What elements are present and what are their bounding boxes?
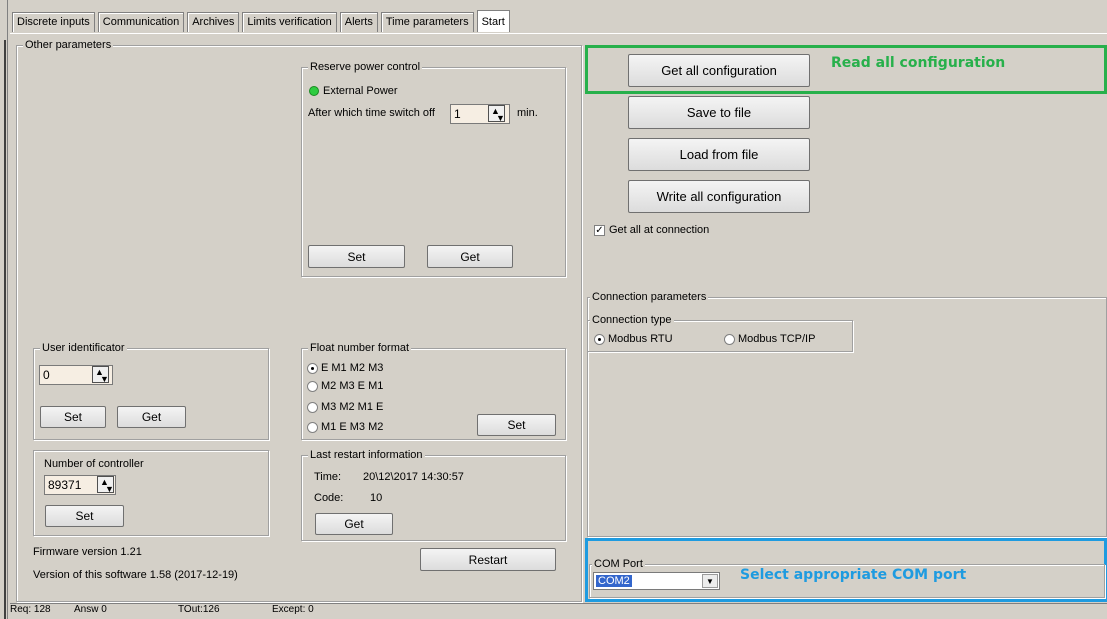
restart-code-label: Code: bbox=[314, 492, 344, 504]
radio-selected-icon bbox=[594, 333, 605, 345]
float-format-set-button[interactable]: Set bbox=[477, 414, 556, 436]
restart-code-value: 10 bbox=[370, 492, 383, 504]
radio-icon bbox=[724, 333, 735, 345]
status-bar: Req: 128 Answ 0 TOut:126 Except: 0 bbox=[10, 603, 1107, 619]
com-port-annotation: Select appropriate COM port bbox=[740, 567, 967, 583]
float-option-3[interactable]: M3 M2 M1 E bbox=[307, 401, 383, 413]
save-to-file-button[interactable]: Save to file bbox=[628, 96, 810, 129]
status-led-icon bbox=[309, 86, 319, 96]
window-left-edge bbox=[0, 0, 8, 619]
user-id-set-button[interactable]: Set bbox=[40, 406, 106, 428]
float-option-label: E M1 M2 M3 bbox=[321, 362, 384, 374]
radio-selected-icon bbox=[307, 362, 318, 374]
status-req: Req: 128 bbox=[10, 604, 51, 615]
float-option-2[interactable]: M2 M3 E M1 bbox=[307, 380, 383, 392]
tab-archives[interactable]: Archives bbox=[187, 12, 240, 32]
modbus-rtu-radio[interactable]: Modbus RTU bbox=[594, 333, 673, 345]
tab-time-parameters[interactable]: Time parameters bbox=[380, 12, 474, 32]
restart-time-label: Time: bbox=[314, 471, 342, 483]
controller-number-title: Number of controller bbox=[44, 458, 144, 470]
unit-label: min. bbox=[517, 107, 538, 119]
float-option-4[interactable]: M1 E M3 M2 bbox=[307, 421, 383, 433]
reserve-set-button[interactable]: Set bbox=[308, 245, 405, 268]
float-option-label: M2 M3 E M1 bbox=[321, 380, 384, 392]
modbus-rtu-label: Modbus RTU bbox=[608, 333, 673, 345]
float-option-label: M3 M2 M1 E bbox=[321, 401, 384, 413]
firmware-version: Firmware version 1.21 bbox=[33, 546, 142, 558]
tab-start[interactable]: Start bbox=[476, 10, 510, 32]
com-port-select[interactable]: COM2 ▼ bbox=[593, 572, 720, 590]
other-parameters-title: Other parameters bbox=[23, 39, 114, 51]
restart-info-get-button[interactable]: Get bbox=[315, 513, 393, 535]
reserve-get-button[interactable]: Get bbox=[427, 245, 513, 268]
load-from-file-button[interactable]: Load from file bbox=[628, 138, 810, 171]
modbus-tcp-radio[interactable]: Modbus TCP/IP bbox=[724, 333, 815, 345]
user-id-get-button[interactable]: Get bbox=[117, 406, 186, 428]
restart-info-title: Last restart information bbox=[308, 449, 425, 461]
get-all-configuration-button[interactable]: Get all configuration bbox=[628, 54, 810, 87]
user-identificator-title: User identificator bbox=[40, 342, 127, 354]
spin-updown-icon[interactable]: ▲ ▼ bbox=[92, 366, 109, 384]
tab-limits-verification[interactable]: Limits verification bbox=[242, 12, 337, 32]
spin-updown-icon[interactable]: ▲ ▼ bbox=[488, 105, 505, 123]
checkmark-icon: ✓ bbox=[594, 224, 605, 236]
com-port-title: COM Port bbox=[592, 558, 645, 570]
read-all-annotation: Read all configuration bbox=[831, 55, 1006, 71]
get-all-at-connection-checkbox[interactable]: ✓ Get all at connection bbox=[594, 224, 709, 236]
float-format-title: Float number format bbox=[308, 342, 412, 354]
radio-icon bbox=[307, 401, 318, 413]
radio-icon bbox=[307, 421, 318, 433]
status-except: Except: 0 bbox=[272, 604, 314, 615]
radio-icon bbox=[307, 380, 318, 392]
restart-time-value: 20\12\2017 14:30:57 bbox=[363, 471, 464, 483]
tab-bar: Discrete inputs Communication Archives L… bbox=[12, 10, 513, 34]
spin-updown-icon[interactable]: ▲ ▼ bbox=[97, 476, 114, 494]
tab-communication[interactable]: Communication bbox=[97, 12, 185, 32]
connection-type-title: Connection type bbox=[590, 314, 674, 326]
modbus-tcp-label: Modbus TCP/IP bbox=[738, 333, 816, 345]
get-all-at-connection-label: Get all at connection bbox=[609, 224, 710, 236]
external-power-label: External Power bbox=[323, 85, 398, 97]
tab-alerts[interactable]: Alerts bbox=[339, 12, 378, 32]
chevron-down-icon[interactable]: ▼ bbox=[702, 574, 718, 588]
status-answ: Answ 0 bbox=[74, 604, 107, 615]
external-power-indicator: External Power bbox=[309, 85, 398, 97]
write-all-configuration-button[interactable]: Write all configuration bbox=[628, 180, 810, 213]
software-version: Version of this software 1.58 (2017-12-1… bbox=[33, 569, 238, 581]
connection-parameters-title: Connection parameters bbox=[590, 291, 709, 303]
float-option-1[interactable]: E M1 M2 M3 bbox=[307, 362, 383, 374]
float-option-label: M1 E M3 M2 bbox=[321, 421, 384, 433]
restart-button[interactable]: Restart bbox=[420, 548, 556, 571]
switch-off-label: After which time switch off bbox=[308, 107, 435, 119]
com-port-value: COM2 bbox=[596, 575, 632, 587]
status-tout: TOut:126 bbox=[178, 604, 220, 615]
tab-discrete-inputs[interactable]: Discrete inputs bbox=[12, 12, 95, 32]
controller-set-button[interactable]: Set bbox=[45, 505, 124, 527]
reserve-power-title: Reserve power control bbox=[308, 61, 423, 73]
